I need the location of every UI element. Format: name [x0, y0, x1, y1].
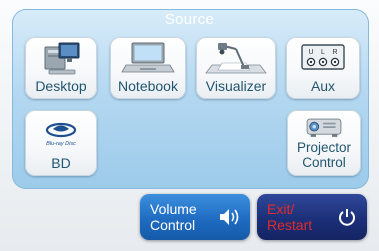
aux-jack-l-label: L — [321, 49, 325, 56]
desktop-source-button[interactable]: Desktop — [25, 37, 97, 99]
volume-control-line-1: Volume — [150, 201, 197, 217]
bd-source-button[interactable]: Blu-ray Disc BD — [25, 110, 97, 176]
exit-restart-line-2: Restart — [267, 217, 313, 233]
volume-control-button[interactable]: Volume Control — [140, 194, 250, 240]
source-title: Source — [164, 11, 215, 28]
document-camera-icon — [205, 43, 267, 74]
speaker-icon — [220, 209, 239, 225]
projector-control-label: Projector Control — [287, 140, 361, 170]
desktop-computer-icon — [44, 42, 80, 75]
bluray-logo-text: Blu-ray Disc — [46, 141, 76, 147]
volume-control-label: Volume Control — [150, 201, 197, 233]
projector-control-label-line-2: Control — [302, 155, 346, 170]
desktop-label: Desktop — [35, 78, 87, 94]
power-icon — [339, 209, 355, 226]
notebook-source-button[interactable]: Notebook — [110, 37, 186, 99]
visualizer-label: Visualizer — [205, 78, 267, 94]
volume-control-line-2: Control — [150, 217, 196, 233]
bd-label: BD — [51, 155, 71, 171]
touch-panel-screen: Source Desktop Notebook Visualizer U L R… — [0, 0, 379, 251]
bluray-disc-icon: Blu-ray Disc — [45, 122, 77, 147]
aux-jack-u-label: U — [308, 49, 313, 56]
exit-restart-line-1: Exit/ — [267, 201, 295, 217]
exit-restart-button[interactable]: Exit/ Restart — [257, 194, 367, 240]
visualizer-source-button[interactable]: Visualizer — [196, 37, 276, 99]
aux-label: Aux — [310, 78, 336, 94]
aux-jack-r-label: R — [332, 49, 337, 56]
projector-control-label-line-1: Projector — [296, 140, 352, 155]
exit-restart-label: Exit/ Restart — [267, 201, 312, 233]
aux-source-button[interactable]: U L R Aux — [286, 37, 360, 99]
notebook-label: Notebook — [118, 78, 178, 94]
notebook-laptop-icon — [121, 42, 175, 73]
projector-control-button[interactable]: Projector Control — [287, 110, 361, 176]
rca-jacks-icon: U L R — [301, 44, 345, 70]
